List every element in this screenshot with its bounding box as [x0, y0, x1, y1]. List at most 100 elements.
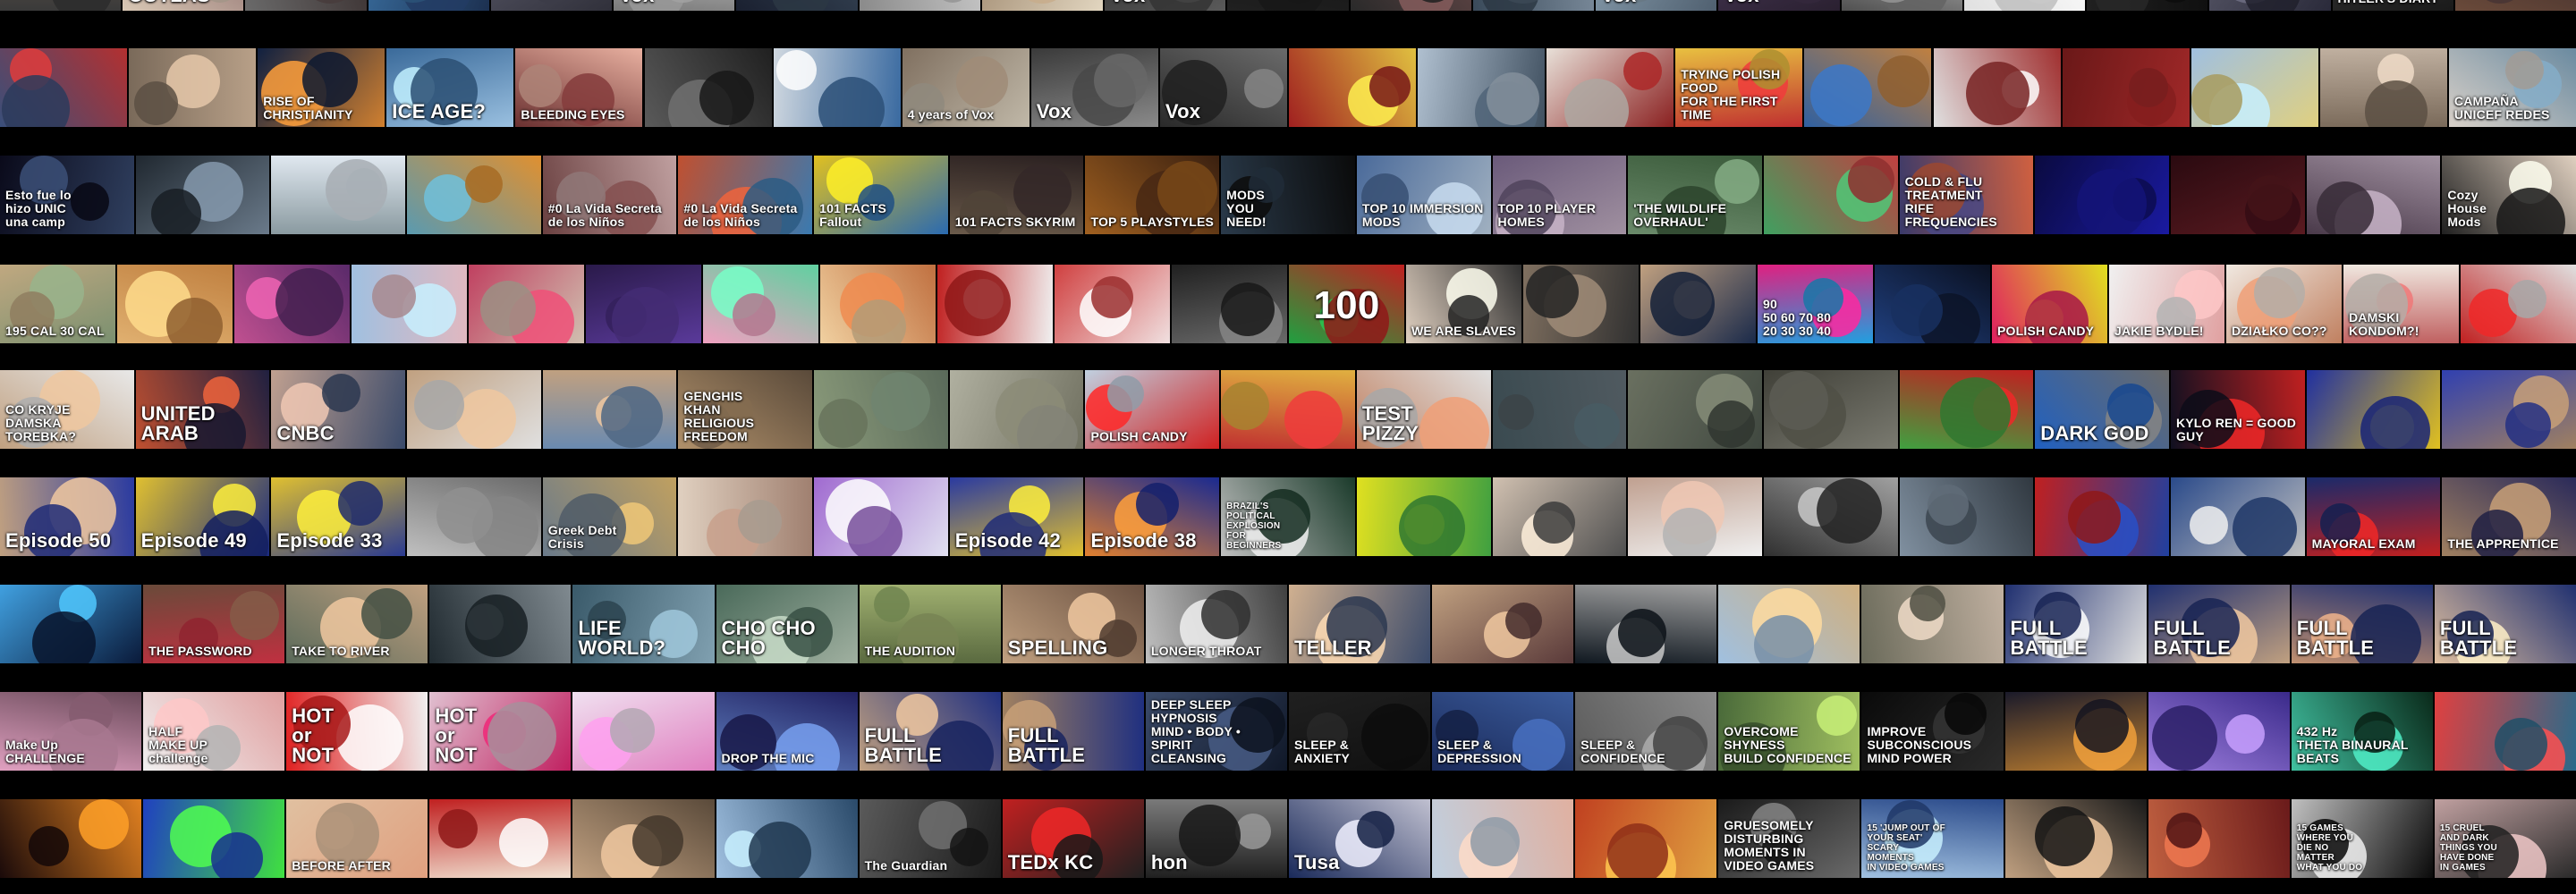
video-thumbnail[interactable]: MAYORAL EXAM — [2306, 477, 2441, 556]
video-thumbnail[interactable] — [1718, 585, 1860, 663]
video-thumbnail[interactable] — [2306, 370, 2441, 449]
video-thumbnail[interactable]: GRUESOMELY DISTURBING MOMENTS IN VIDEO G… — [1718, 799, 1860, 878]
video-thumbnail[interactable] — [1804, 48, 1932, 127]
video-thumbnail[interactable] — [937, 265, 1053, 343]
video-thumbnail[interactable]: FULL BATTLE — [2148, 585, 2290, 663]
video-thumbnail[interactable] — [1055, 265, 1170, 343]
video-thumbnail[interactable] — [117, 265, 233, 343]
video-thumbnail[interactable]: Vox — [1718, 0, 1840, 11]
video-thumbnail[interactable]: THE APPRENTICE — [2442, 477, 2576, 556]
video-thumbnail[interactable] — [271, 156, 406, 234]
video-thumbnail[interactable] — [2442, 370, 2576, 449]
video-thumbnail[interactable] — [981, 0, 1104, 11]
video-thumbnail[interactable] — [1289, 48, 1417, 127]
video-thumbnail[interactable] — [2035, 156, 2169, 234]
video-thumbnail[interactable] — [1418, 48, 1546, 127]
video-thumbnail[interactable] — [2004, 692, 2147, 771]
video-thumbnail[interactable] — [1763, 477, 1898, 556]
video-thumbnail[interactable]: Tusa — [1289, 799, 1431, 878]
video-thumbnail[interactable]: RISE OF CHRISTIANITY — [258, 48, 386, 127]
video-thumbnail[interactable]: POLISH CANDY — [1992, 265, 2107, 343]
video-thumbnail[interactable] — [1350, 0, 1471, 11]
video-thumbnail[interactable] — [2170, 156, 2305, 234]
video-thumbnail[interactable] — [773, 48, 901, 127]
video-thumbnail[interactable]: Episode 38 — [1085, 477, 1220, 556]
video-thumbnail[interactable]: GENGHIS KHAN RELIGIOUS FREEDOM — [678, 370, 813, 449]
video-thumbnail[interactable] — [1356, 477, 1491, 556]
video-thumbnail[interactable] — [1628, 477, 1762, 556]
video-thumbnail[interactable]: TELLER — [1289, 585, 1431, 663]
video-thumbnail[interactable]: SLEEP & ANXIETY — [1289, 692, 1431, 771]
video-thumbnail[interactable] — [1841, 0, 1962, 11]
video-thumbnail[interactable] — [572, 692, 715, 771]
video-thumbnail[interactable] — [0, 799, 142, 878]
video-thumbnail[interactable]: CO KRYJE DAMSKA TOREBKA? — [0, 370, 134, 449]
video-thumbnail[interactable]: FULL BATTLE — [2434, 585, 2576, 663]
video-thumbnail[interactable] — [490, 0, 613, 11]
video-thumbnail[interactable]: 101 FACTS Fallout — [814, 156, 948, 234]
video-thumbnail[interactable]: HOT or NOT — [429, 692, 572, 771]
video-thumbnail[interactable]: 100 — [1289, 265, 1404, 343]
video-thumbnail[interactable]: FULL BATTLE — [2291, 585, 2433, 663]
video-thumbnail[interactable] — [1492, 477, 1627, 556]
video-thumbnail[interactable] — [0, 585, 142, 663]
video-thumbnail[interactable]: Vox — [614, 0, 735, 11]
video-thumbnail[interactable] — [143, 799, 285, 878]
video-thumbnail[interactable] — [814, 477, 948, 556]
video-thumbnail[interactable] — [2209, 0, 2331, 11]
video-thumbnail[interactable] — [2454, 0, 2576, 11]
video-thumbnail[interactable]: SPELLING — [1002, 585, 1144, 663]
video-thumbnail[interactable] — [368, 0, 489, 11]
video-thumbnail[interactable]: CHO CHO CHO — [716, 585, 858, 663]
video-thumbnail[interactable] — [1575, 585, 1717, 663]
video-thumbnail[interactable] — [949, 370, 1084, 449]
video-thumbnail[interactable] — [2190, 48, 2318, 127]
video-thumbnail[interactable]: Cozy House Mods — [2442, 156, 2576, 234]
video-thumbnail[interactable]: 195 CAL 30 CAL — [0, 265, 115, 343]
video-thumbnail[interactable] — [2087, 0, 2208, 11]
video-thumbnail[interactable]: Vox — [1159, 48, 1287, 127]
video-thumbnail[interactable] — [1628, 370, 1762, 449]
video-thumbnail[interactable]: 90 50 60 70 80 20 30 30 40 — [1758, 265, 1873, 343]
video-thumbnail[interactable]: DARK GOD — [2035, 370, 2169, 449]
video-thumbnail[interactable]: THE AUDITION — [859, 585, 1001, 663]
video-thumbnail[interactable]: FULL BATTLE — [1002, 692, 1144, 771]
video-thumbnail[interactable]: 101 FACTS SKYRIM — [949, 156, 1084, 234]
video-thumbnail[interactable]: 15 GAMES WHERE YOU DIE NO MATTER WHAT YO… — [2291, 799, 2433, 878]
video-thumbnail[interactable] — [1899, 370, 2034, 449]
video-thumbnail[interactable] — [2148, 799, 2290, 878]
video-thumbnail[interactable] — [2461, 265, 2576, 343]
video-thumbnail[interactable]: UNITED ARAB — [135, 370, 270, 449]
video-thumbnail[interactable]: THE PASSWORD — [143, 585, 285, 663]
video-thumbnail[interactable] — [678, 477, 813, 556]
video-thumbnail[interactable]: 'THE WILDLIFE OVERHAUL' — [1628, 156, 1762, 234]
video-thumbnail[interactable]: CNBC — [271, 370, 406, 449]
video-thumbnail[interactable]: IMPROVE SUBCONSCIOUS MIND POWER — [1861, 692, 2004, 771]
video-thumbnail[interactable]: The Guardian — [859, 799, 1001, 878]
video-thumbnail[interactable]: SLEEP & DEPRESSION — [1432, 692, 1574, 771]
video-thumbnail[interactable]: OUTLAS — [123, 0, 244, 11]
video-thumbnail[interactable]: HOT or NOT — [286, 692, 428, 771]
video-thumbnail[interactable]: FULL BATTLE — [2004, 585, 2147, 663]
video-thumbnail[interactable]: Make Up CHALLENGE — [0, 692, 142, 771]
video-thumbnail[interactable]: BEFORE AFTER — [286, 799, 428, 878]
video-thumbnail[interactable]: FULL BATTLE — [859, 692, 1001, 771]
video-thumbnail[interactable] — [1221, 370, 1355, 449]
video-thumbnail[interactable]: JAKIE BYDLE! — [2109, 265, 2224, 343]
video-thumbnail[interactable]: OVERCOME SHYNESS BUILD CONFIDENCE — [1718, 692, 1860, 771]
video-thumbnail[interactable]: TRYING POLISH FOOD FOR THE FIRST TIME — [1675, 48, 1803, 127]
video-thumbnail[interactable]: Esto fue lo hizo UNIC una camp — [0, 156, 134, 234]
video-thumbnail[interactable] — [2148, 692, 2290, 771]
video-thumbnail[interactable]: TOP 5 PLAYSTYLES — [1085, 156, 1220, 234]
video-thumbnail[interactable]: Episode 50 — [0, 477, 134, 556]
video-thumbnail[interactable] — [1933, 48, 2061, 127]
video-thumbnail[interactable] — [2434, 692, 2576, 771]
video-thumbnail[interactable] — [2004, 799, 2147, 878]
video-thumbnail[interactable]: COLD & FLU TREATMENT RIFE FREQUENCIES — [1899, 156, 2034, 234]
video-thumbnail[interactable] — [352, 265, 467, 343]
video-thumbnail[interactable] — [2062, 48, 2190, 127]
video-thumbnail[interactable]: MODS YOU NEED! — [1221, 156, 1355, 234]
video-thumbnail[interactable] — [820, 265, 936, 343]
video-thumbnail[interactable]: hon — [1145, 799, 1287, 878]
video-thumbnail[interactable] — [572, 799, 715, 878]
